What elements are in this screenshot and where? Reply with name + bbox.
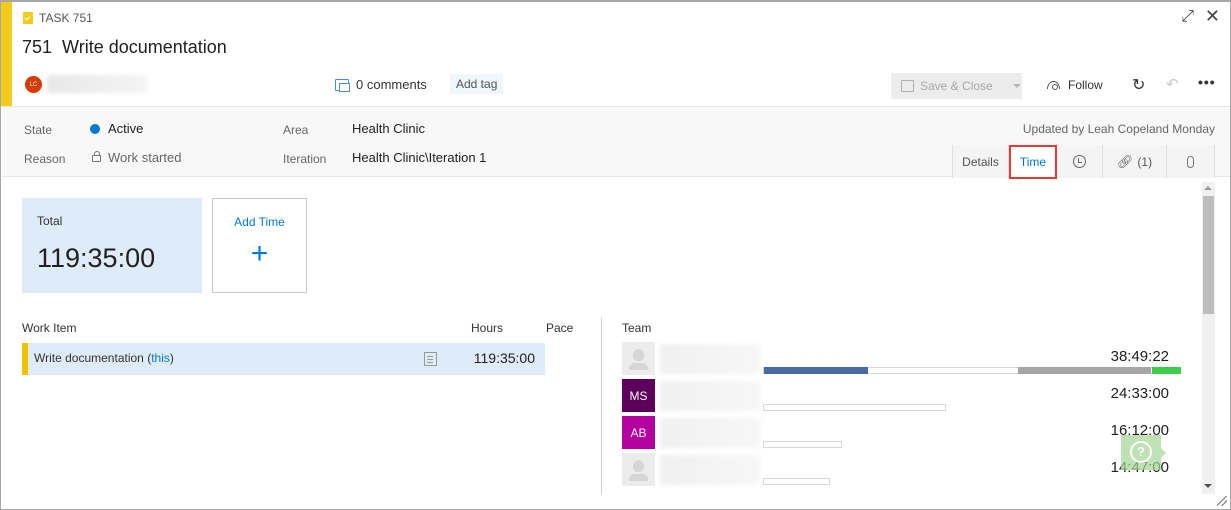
- add-time-button[interactable]: Add Time +: [212, 198, 307, 293]
- save-close-label: Save & Close: [920, 79, 993, 93]
- follow-label: Follow: [1068, 78, 1103, 92]
- work-item-type-accent: [1, 2, 12, 106]
- team-header: Team: [622, 321, 652, 335]
- help-icon: ?: [1130, 441, 1152, 463]
- work-item-dialog: TASK 751 751 Write documentation ⤢ ✕ LC …: [0, 0, 1231, 510]
- resize-grip-icon[interactable]: [1217, 496, 1227, 506]
- help-button[interactable]: ?: [1121, 435, 1166, 470]
- plus-icon: +: [250, 237, 269, 270]
- total-time-card: Total 119:35:00: [22, 198, 202, 293]
- work-item-type-label: TASK 751: [39, 11, 93, 25]
- scroll-down-icon[interactable]: [1204, 484, 1212, 488]
- member-time: 38:49:22: [1110, 348, 1169, 365]
- work-item-type: TASK 751: [23, 11, 93, 25]
- member-name: [660, 381, 760, 411]
- comments-label: 0 comments: [356, 77, 427, 92]
- work-item-column-header: Work Item: [22, 321, 77, 335]
- paren-close: ): [169, 351, 174, 365]
- iteration-label: Iteration: [283, 152, 327, 166]
- reason-label: Reason: [24, 152, 66, 166]
- reason-field: Work started: [92, 150, 181, 165]
- reason-value: Work started: [108, 150, 182, 165]
- team-member-row[interactable]: AB 16:12:00: [622, 416, 1182, 452]
- work-item-id: 751: [22, 37, 53, 57]
- bar-segment: [1018, 367, 1151, 374]
- work-item-name: Write documentation (this): [34, 351, 174, 365]
- total-label: Total: [37, 214, 63, 228]
- member-initials: AB: [630, 425, 647, 440]
- team-member-row[interactable]: 38:49:22: [622, 342, 1182, 378]
- links-count: (1): [1137, 154, 1153, 169]
- tab-links[interactable]: 🔗︎ (1): [1103, 145, 1167, 178]
- add-tag-button[interactable]: Add tag: [450, 74, 504, 94]
- assignee-name[interactable]: [47, 75, 147, 93]
- area-field[interactable]: Health Clinic: [352, 121, 425, 136]
- expand-icon[interactable]: ⤢: [1181, 8, 1194, 26]
- state-value: Active: [108, 121, 144, 136]
- comments-link[interactable]: 0 comments: [335, 77, 427, 92]
- work-item-hours: 119:35:00: [473, 350, 535, 366]
- scroll-up-icon[interactable]: [1204, 186, 1212, 190]
- tab-details[interactable]: Details: [953, 145, 1009, 178]
- task-icon: [23, 12, 33, 24]
- member-time-bar: [763, 367, 1181, 374]
- work-item-name-text: Write documentation: [34, 351, 144, 365]
- chevron-down-icon[interactable]: [1012, 84, 1021, 88]
- assignee-avatar[interactable]: LC: [25, 76, 42, 93]
- follow-button[interactable]: Follow: [1047, 78, 1103, 92]
- scrollbar[interactable]: [1202, 182, 1215, 494]
- save-icon: [901, 80, 914, 92]
- member-time: 24:33:00: [1110, 385, 1169, 402]
- tab-attachments[interactable]: [1167, 145, 1215, 178]
- member-avatar: [622, 342, 655, 375]
- column-divider: [601, 318, 602, 494]
- member-name: [660, 418, 760, 448]
- tab-bar: Details Time 🔗︎ (1): [952, 145, 1215, 179]
- this-link[interactable]: this: [151, 351, 170, 365]
- member-name: [660, 455, 760, 485]
- member-avatar: [622, 453, 655, 486]
- add-time-label: Add Time: [234, 215, 285, 229]
- lock-icon: [92, 151, 101, 162]
- attachment-icon: [1187, 155, 1194, 168]
- comments-icon: [335, 78, 350, 92]
- refresh-icon[interactable]: ↻: [1132, 75, 1145, 95]
- table-row[interactable]: Write documentation (this) 119:35:00: [22, 343, 545, 375]
- member-time-bar: [763, 478, 830, 485]
- member-name: [660, 344, 760, 374]
- open-work-item-icon[interactable]: [424, 352, 437, 366]
- more-icon[interactable]: •••: [1198, 74, 1216, 90]
- history-icon: [1073, 155, 1086, 168]
- assignee-initials: LC: [29, 81, 38, 88]
- tab-history[interactable]: [1057, 145, 1103, 178]
- undo-icon[interactable]: ↶: [1166, 75, 1179, 93]
- member-avatar: AB: [622, 416, 655, 449]
- scroll-thumb[interactable]: [1203, 196, 1214, 314]
- save-close-button[interactable]: Save & Close: [891, 73, 1022, 99]
- team-member-row[interactable]: 14:47:00: [622, 453, 1182, 489]
- work-item-title[interactable]: Write documentation: [62, 37, 227, 58]
- state-dot-icon: [90, 124, 100, 134]
- fields-panel: State Active Reason Work started Area He…: [2, 106, 1230, 179]
- close-icon[interactable]: ✕: [1205, 6, 1220, 27]
- pace-column-header: Pace: [546, 321, 574, 335]
- tab-time[interactable]: Time: [1009, 145, 1057, 179]
- member-initials: MS: [629, 388, 648, 403]
- bar-segment: [1152, 367, 1181, 374]
- team-member-row[interactable]: MS 24:33:00: [622, 379, 1182, 415]
- member-time-bar: [763, 441, 842, 448]
- area-label: Area: [283, 123, 309, 137]
- total-value: 119:35:00: [37, 243, 156, 273]
- updated-by-text[interactable]: Updated by Leah Copeland Monday: [1023, 122, 1215, 136]
- hours-column-header: Hours: [471, 321, 504, 335]
- state-field[interactable]: Active: [90, 121, 143, 136]
- bar-segment: [764, 367, 868, 374]
- iteration-field[interactable]: Health Clinic\Iteration 1: [352, 150, 486, 165]
- member-time-bar: [763, 404, 946, 411]
- eye-icon: [1047, 81, 1060, 90]
- state-label: State: [24, 123, 53, 137]
- member-avatar: MS: [622, 379, 655, 412]
- link-icon: 🔗︎: [1116, 153, 1134, 169]
- page-title: 751 Write documentation: [22, 37, 227, 58]
